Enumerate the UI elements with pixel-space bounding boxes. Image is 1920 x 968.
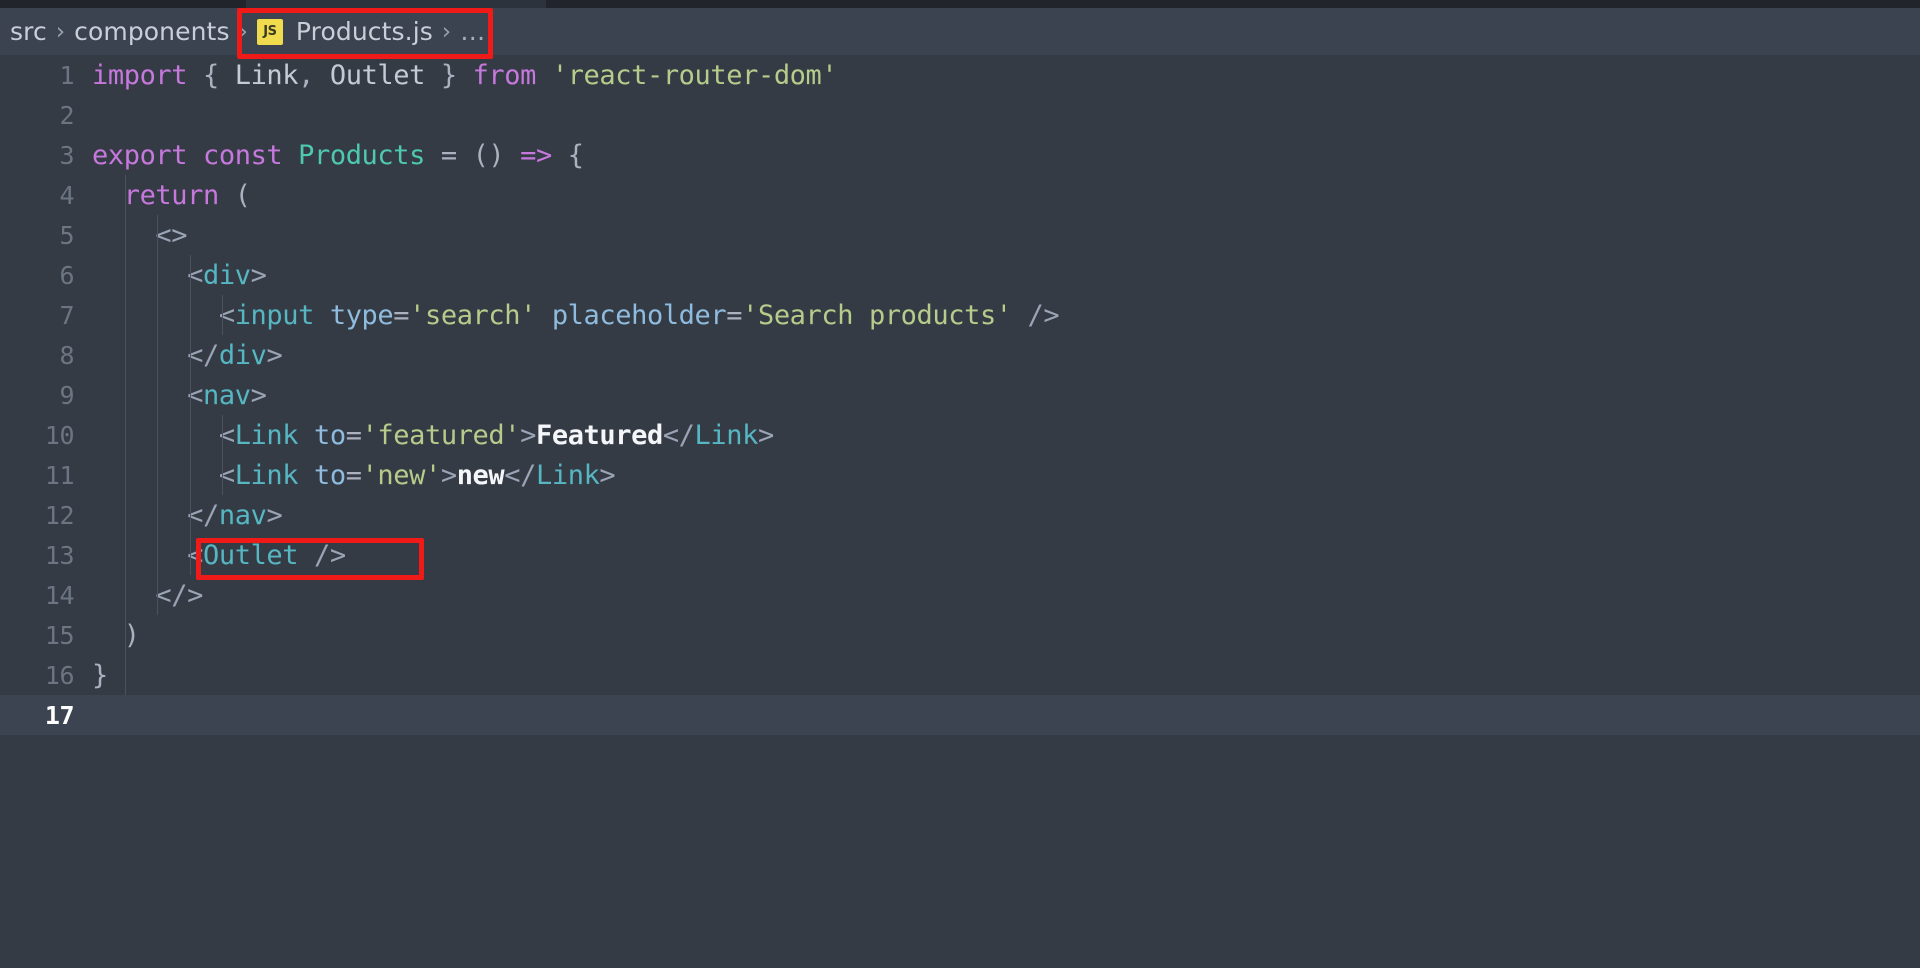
code-line[interactable]: 4 return ( (0, 175, 1920, 215)
line-number: 11 (44, 460, 75, 490)
line-number: 14 (44, 580, 75, 610)
line-number: 2 (59, 100, 74, 130)
code-editor-window: src › components › JS Products.js › … 1 … (0, 0, 1920, 968)
breadcrumb-item-symbols[interactable]: … (460, 17, 485, 46)
code-line[interactable]: 7 <input type='search' placeholder='Sear… (0, 295, 1920, 335)
code-line[interactable]: 8 </div> (0, 335, 1920, 375)
line-number: 5 (59, 220, 74, 250)
line-number: 12 (44, 500, 75, 530)
line-content: <nav> (187, 379, 267, 411)
line-number: 7 (59, 300, 74, 330)
code-line[interactable]: 16 } (0, 655, 1920, 695)
indent-guide (189, 255, 191, 575)
breadcrumb-separator-icon: › (238, 18, 248, 45)
code-line[interactable]: 15 ) (0, 615, 1920, 655)
indent-guide (222, 415, 223, 495)
line-content: </> (155, 579, 203, 611)
line-number: 3 (59, 140, 74, 170)
breadcrumb-item-file[interactable]: Products.js (296, 17, 433, 46)
line-number: 8 (59, 340, 74, 370)
indent-guide (124, 175, 126, 695)
line-number: 17 (44, 700, 75, 730)
line-content: <div> (187, 259, 267, 291)
breadcrumb-item-components[interactable]: components (74, 17, 229, 46)
line-number: 10 (44, 420, 75, 450)
code-line-active[interactable]: 17 (0, 695, 1920, 735)
code-line[interactable]: 11 <Link to='new'>new</Link> (0, 455, 1920, 495)
line-content: <Link to='featured'>Featured</Link> (218, 419, 774, 451)
line-content: </nav> (187, 499, 283, 531)
line-number: 9 (59, 380, 74, 410)
code-line[interactable]: 6 <div> (0, 255, 1920, 295)
code-editor-content[interactable]: 1 import { Link, Outlet } from 'react-ro… (0, 55, 1920, 968)
line-content: export const Products = () => { (92, 139, 584, 171)
line-number: 16 (44, 660, 75, 690)
breadcrumb[interactable]: src › components › JS Products.js › … (0, 8, 1920, 55)
code-line[interactable]: 1 import { Link, Outlet } from 'react-ro… (0, 55, 1920, 95)
line-number: 4 (59, 180, 74, 210)
js-file-icon: JS (256, 18, 283, 45)
editor-tab-strip (0, 0, 1920, 8)
line-content: ) (123, 619, 140, 651)
line-content: <> (155, 219, 188, 251)
line-number: 13 (44, 540, 75, 570)
indent-guide (222, 295, 223, 335)
code-line[interactable]: 2 (0, 95, 1920, 135)
line-content: } (92, 659, 108, 691)
code-line[interactable]: 5 <> (0, 215, 1920, 255)
breadcrumb-separator-icon: › (441, 18, 452, 45)
line-number: 15 (44, 620, 75, 650)
line-content: <Outlet /> (187, 539, 346, 571)
code-line[interactable]: 3 export const Products = () => { (0, 135, 1920, 175)
active-tab-remnant[interactable] (246, 0, 546, 8)
code-line[interactable]: 12 </nav> (0, 495, 1920, 535)
line-content: </div> (187, 339, 283, 371)
line-content: <input type='search' placeholder='Search… (218, 299, 1060, 331)
code-line[interactable]: 9 <nav> (0, 375, 1920, 415)
indent-guide (157, 215, 158, 615)
code-line[interactable]: 14 </> (0, 575, 1920, 615)
code-line[interactable]: 10 <Link to='featured'>Featured</Link> (0, 415, 1920, 455)
line-content: <Link to='new'>new</Link> (218, 459, 616, 491)
breadcrumb-item-src[interactable]: src (10, 17, 47, 46)
code-line[interactable]: 13 <Outlet /> (0, 535, 1920, 575)
line-content: import { Link, Outlet } from 'react-rout… (92, 59, 838, 91)
breadcrumb-separator-icon: › (55, 18, 66, 45)
line-number: 6 (59, 260, 74, 290)
line-number: 1 (59, 60, 74, 90)
line-content: return ( (123, 179, 251, 211)
